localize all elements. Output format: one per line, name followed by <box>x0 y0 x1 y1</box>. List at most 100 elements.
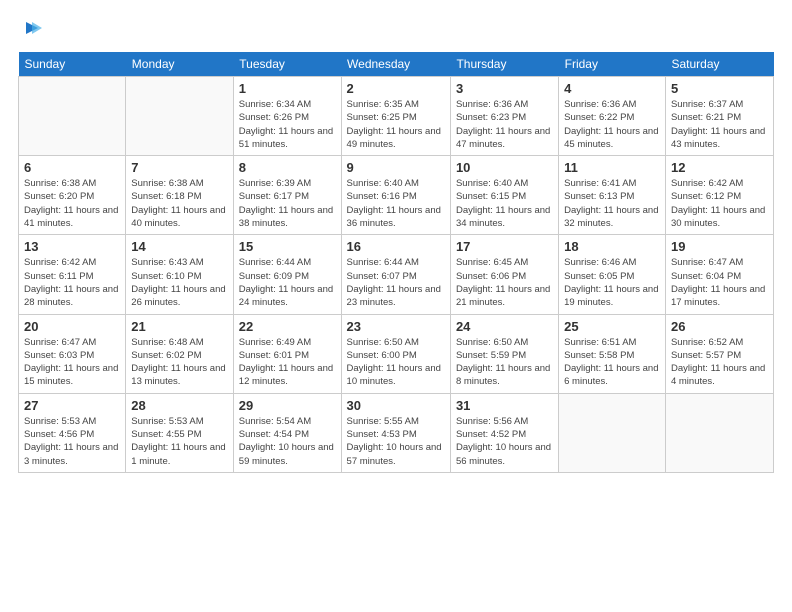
day-info: Sunrise: 6:39 AM Sunset: 6:17 PM Dayligh… <box>239 177 336 230</box>
day-info: Sunrise: 6:37 AM Sunset: 6:21 PM Dayligh… <box>671 98 768 151</box>
calendar-cell: 21 Sunrise: 6:48 AM Sunset: 6:02 PM Dayli… <box>126 314 233 393</box>
calendar-header-row: SundayMondayTuesdayWednesdayThursdayFrid… <box>19 52 774 77</box>
day-info: Sunrise: 6:40 AM Sunset: 6:16 PM Dayligh… <box>347 177 445 230</box>
calendar-cell: 25 Sunrise: 6:51 AM Sunset: 5:58 PM Dayli… <box>559 314 666 393</box>
calendar-cell: 27 Sunrise: 5:53 AM Sunset: 4:56 PM Dayli… <box>19 393 126 472</box>
day-info: Sunrise: 6:36 AM Sunset: 6:23 PM Dayligh… <box>456 98 553 151</box>
calendar-cell: 28 Sunrise: 5:53 AM Sunset: 4:55 PM Dayli… <box>126 393 233 472</box>
calendar-cell: 8Sunrise: 6:39 AM Sunset: 6:17 PM Daylig… <box>233 156 341 235</box>
day-header-saturday: Saturday <box>665 52 773 77</box>
day-number: 27 <box>24 398 120 413</box>
day-info: Sunrise: 6:44 AM Sunset: 6:07 PM Dayligh… <box>347 256 445 309</box>
week-row-1: 1 Sunrise: 6:34 AM Sunset: 6:26 PM Daylig… <box>19 77 774 156</box>
logo <box>18 16 44 42</box>
day-number: 15 <box>239 239 336 254</box>
day-number: 31 <box>456 398 553 413</box>
day-info: Sunrise: 6:35 AM Sunset: 6:25 PM Dayligh… <box>347 98 445 151</box>
day-info: Sunrise: 6:34 AM Sunset: 6:26 PM Dayligh… <box>239 98 336 151</box>
calendar-cell: 2 Sunrise: 6:35 AM Sunset: 6:25 PM Daylig… <box>341 77 450 156</box>
calendar-cell: 15Sunrise: 6:44 AM Sunset: 6:09 PM Dayli… <box>233 235 341 314</box>
day-number: 28 <box>131 398 227 413</box>
calendar-cell: 31 Sunrise: 5:56 AM Sunset: 4:52 PM Dayli… <box>450 393 558 472</box>
day-info: Sunrise: 6:50 AM Sunset: 6:00 PM Dayligh… <box>347 336 445 389</box>
day-info: Sunrise: 6:50 AM Sunset: 5:59 PM Dayligh… <box>456 336 553 389</box>
week-row-2: 6Sunrise: 6:38 AM Sunset: 6:20 PM Daylig… <box>19 156 774 235</box>
day-number: 12 <box>671 160 768 175</box>
day-header-tuesday: Tuesday <box>233 52 341 77</box>
calendar-cell <box>559 393 666 472</box>
day-info: Sunrise: 6:42 AM Sunset: 6:12 PM Dayligh… <box>671 177 768 230</box>
day-info: Sunrise: 6:45 AM Sunset: 6:06 PM Dayligh… <box>456 256 553 309</box>
day-number: 7 <box>131 160 227 175</box>
day-number: 19 <box>671 239 768 254</box>
calendar-cell: 7Sunrise: 6:38 AM Sunset: 6:18 PM Daylig… <box>126 156 233 235</box>
calendar-cell: 3 Sunrise: 6:36 AM Sunset: 6:23 PM Daylig… <box>450 77 558 156</box>
day-number: 23 <box>347 319 445 334</box>
calendar-cell: 9 Sunrise: 6:40 AM Sunset: 6:16 PM Daylig… <box>341 156 450 235</box>
header <box>18 16 774 42</box>
day-info: Sunrise: 6:47 AM Sunset: 6:04 PM Dayligh… <box>671 256 768 309</box>
day-info: Sunrise: 6:48 AM Sunset: 6:02 PM Dayligh… <box>131 336 227 389</box>
calendar-cell: 20 Sunrise: 6:47 AM Sunset: 6:03 PM Dayli… <box>19 314 126 393</box>
calendar-cell: 24 Sunrise: 6:50 AM Sunset: 5:59 PM Dayli… <box>450 314 558 393</box>
day-number: 21 <box>131 319 227 334</box>
calendar-cell: 19 Sunrise: 6:47 AM Sunset: 6:04 PM Dayli… <box>665 235 773 314</box>
calendar-cell: 22 Sunrise: 6:49 AM Sunset: 6:01 PM Dayli… <box>233 314 341 393</box>
day-number: 6 <box>24 160 120 175</box>
calendar-cell: 18Sunrise: 6:46 AM Sunset: 6:05 PM Dayli… <box>559 235 666 314</box>
day-number: 3 <box>456 81 553 96</box>
calendar-cell: 16Sunrise: 6:44 AM Sunset: 6:07 PM Dayli… <box>341 235 450 314</box>
calendar-cell: 17Sunrise: 6:45 AM Sunset: 6:06 PM Dayli… <box>450 235 558 314</box>
calendar-cell: 11 Sunrise: 6:41 AM Sunset: 6:13 PM Dayli… <box>559 156 666 235</box>
day-number: 4 <box>564 81 660 96</box>
calendar-cell: 30 Sunrise: 5:55 AM Sunset: 4:53 PM Dayli… <box>341 393 450 472</box>
calendar-cell <box>665 393 773 472</box>
day-header-friday: Friday <box>559 52 666 77</box>
day-number: 13 <box>24 239 120 254</box>
day-info: Sunrise: 6:51 AM Sunset: 5:58 PM Dayligh… <box>564 336 660 389</box>
day-number: 25 <box>564 319 660 334</box>
day-info: Sunrise: 6:36 AM Sunset: 6:22 PM Dayligh… <box>564 98 660 151</box>
day-header-thursday: Thursday <box>450 52 558 77</box>
day-number: 2 <box>347 81 445 96</box>
day-info: Sunrise: 5:56 AM Sunset: 4:52 PM Dayligh… <box>456 415 553 468</box>
day-info: Sunrise: 6:41 AM Sunset: 6:13 PM Dayligh… <box>564 177 660 230</box>
calendar-cell: 29 Sunrise: 5:54 AM Sunset: 4:54 PM Dayli… <box>233 393 341 472</box>
day-info: Sunrise: 5:55 AM Sunset: 4:53 PM Dayligh… <box>347 415 445 468</box>
day-info: Sunrise: 6:47 AM Sunset: 6:03 PM Dayligh… <box>24 336 120 389</box>
day-number: 5 <box>671 81 768 96</box>
day-number: 24 <box>456 319 553 334</box>
day-number: 9 <box>347 160 445 175</box>
day-number: 29 <box>239 398 336 413</box>
calendar-cell <box>19 77 126 156</box>
week-row-4: 20 Sunrise: 6:47 AM Sunset: 6:03 PM Dayli… <box>19 314 774 393</box>
calendar-cell: 23 Sunrise: 6:50 AM Sunset: 6:00 PM Dayli… <box>341 314 450 393</box>
calendar-table: SundayMondayTuesdayWednesdayThursdayFrid… <box>18 52 774 473</box>
day-number: 10 <box>456 160 553 175</box>
day-number: 26 <box>671 319 768 334</box>
day-info: Sunrise: 6:52 AM Sunset: 5:57 PM Dayligh… <box>671 336 768 389</box>
day-info: Sunrise: 6:43 AM Sunset: 6:10 PM Dayligh… <box>131 256 227 309</box>
calendar-cell <box>126 77 233 156</box>
day-info: Sunrise: 6:42 AM Sunset: 6:11 PM Dayligh… <box>24 256 120 309</box>
day-info: Sunrise: 5:54 AM Sunset: 4:54 PM Dayligh… <box>239 415 336 468</box>
day-header-wednesday: Wednesday <box>341 52 450 77</box>
day-number: 30 <box>347 398 445 413</box>
calendar-cell: 5 Sunrise: 6:37 AM Sunset: 6:21 PM Daylig… <box>665 77 773 156</box>
day-header-sunday: Sunday <box>19 52 126 77</box>
day-number: 18 <box>564 239 660 254</box>
day-info: Sunrise: 5:53 AM Sunset: 4:55 PM Dayligh… <box>131 415 227 468</box>
calendar-cell: 13 Sunrise: 6:42 AM Sunset: 6:11 PM Dayli… <box>19 235 126 314</box>
calendar-cell: 10 Sunrise: 6:40 AM Sunset: 6:15 PM Dayli… <box>450 156 558 235</box>
day-info: Sunrise: 6:40 AM Sunset: 6:15 PM Dayligh… <box>456 177 553 230</box>
day-info: Sunrise: 5:53 AM Sunset: 4:56 PM Dayligh… <box>24 415 120 468</box>
day-number: 1 <box>239 81 336 96</box>
day-info: Sunrise: 6:49 AM Sunset: 6:01 PM Dayligh… <box>239 336 336 389</box>
day-number: 20 <box>24 319 120 334</box>
week-row-5: 27 Sunrise: 5:53 AM Sunset: 4:56 PM Dayli… <box>19 393 774 472</box>
calendar-cell: 12 Sunrise: 6:42 AM Sunset: 6:12 PM Dayli… <box>665 156 773 235</box>
week-row-3: 13 Sunrise: 6:42 AM Sunset: 6:11 PM Dayli… <box>19 235 774 314</box>
day-number: 22 <box>239 319 336 334</box>
calendar-cell: 14Sunrise: 6:43 AM Sunset: 6:10 PM Dayli… <box>126 235 233 314</box>
day-number: 11 <box>564 160 660 175</box>
